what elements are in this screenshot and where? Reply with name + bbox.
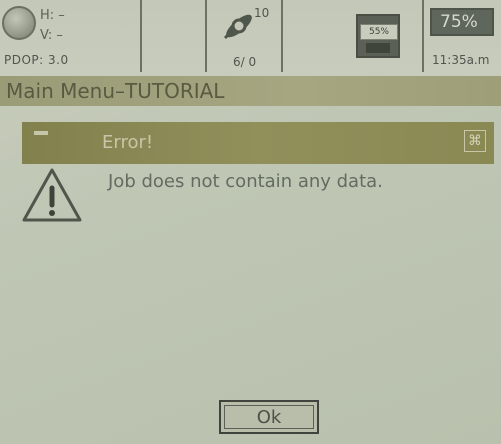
dialog-menu-dash xyxy=(34,131,48,135)
status-empty-cell xyxy=(140,0,205,72)
satellite-icon xyxy=(223,14,252,40)
satellite-status-cell[interactable]: 10 6/ 0 xyxy=(205,0,283,72)
satellite-count: 10 xyxy=(254,6,270,20)
gps-vertical-accuracy: V: – xyxy=(40,28,63,43)
error-dialog-titlebar: Error! ⌘ xyxy=(22,122,494,164)
gps-status-cell[interactable]: H: – V: – PDOP: 3.0 xyxy=(0,0,140,72)
menu-title: Main Menu–TUTORIAL xyxy=(0,76,501,106)
error-message: Job does not contain any data. xyxy=(108,171,383,192)
status-bar: H: – V: – PDOP: 3.0 10 6/ 0 55% 75% 11:3… xyxy=(0,0,501,76)
gps-status-icon xyxy=(2,6,36,40)
tilt-value: 6/ 0 xyxy=(233,55,257,69)
battery-icon: 75% xyxy=(430,8,494,36)
battery-percent: 75% xyxy=(440,12,478,32)
dialog-close-icon[interactable]: ⌘ xyxy=(464,130,486,152)
battery-status-cell[interactable]: 75% 11:35a.m xyxy=(422,0,501,72)
ok-button[interactable]: Ok xyxy=(219,400,319,434)
device-screen: H: – V: – PDOP: 3.0 10 6/ 0 55% 75% 11:3… xyxy=(0,0,501,444)
memory-card-icon: 55% xyxy=(356,14,400,58)
memory-percent: 55% xyxy=(360,24,398,40)
warning-icon xyxy=(22,168,82,222)
gps-horizontal-accuracy: H: – xyxy=(40,8,65,23)
dialog-title: Error! xyxy=(102,132,154,153)
clock: 11:35a.m xyxy=(432,53,490,67)
ok-button-label: Ok xyxy=(224,405,314,429)
pdop-value: PDOP: 3.0 xyxy=(4,53,69,67)
memory-card-slot xyxy=(366,43,390,53)
memory-status-cell[interactable]: 55% xyxy=(336,0,422,72)
